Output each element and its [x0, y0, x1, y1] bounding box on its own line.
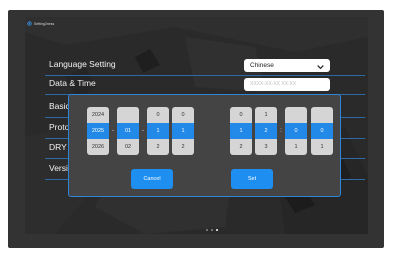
chevron-down-icon — [317, 62, 324, 75]
picker-option[interactable]: 2024 — [87, 107, 109, 123]
picker-option[interactable]: 3 — [255, 139, 277, 155]
language-select[interactable]: Chinese — [244, 59, 330, 72]
page-indicator — [206, 229, 218, 231]
basic-label: Basic — [49, 101, 70, 111]
top-bar: Setting2ness — [27, 21, 54, 26]
picker-option-selected[interactable]: 1 — [147, 123, 169, 139]
picker-option[interactable]: 1 — [255, 107, 277, 123]
date-time-label: Data & Time — [49, 78, 96, 88]
picker-option[interactable]: 0 — [230, 107, 252, 123]
year-picker-column[interactable]: 2024 2025 2026 — [87, 107, 109, 155]
date-separator: - — [112, 128, 114, 134]
picker-option[interactable]: 2 — [230, 139, 252, 155]
language-setting-label: Language Setting — [49, 59, 116, 69]
picker-option-selected[interactable]: 2 — [255, 123, 277, 139]
protocol-label: Proto — [49, 122, 70, 132]
month-picker-column[interactable]: 01 02 — [117, 107, 139, 155]
page-dot[interactable] — [206, 229, 208, 231]
picker-option-selected[interactable]: 0 — [285, 123, 307, 139]
time-separator: : — [280, 128, 282, 134]
version-label: Versi — [49, 163, 68, 173]
picker-option[interactable] — [311, 107, 333, 123]
minute-tens-picker-column[interactable]: 0 1 — [285, 107, 307, 155]
screen: Setting2ness Language Setting Chinese Da… — [25, 17, 368, 234]
picker-option[interactable] — [117, 107, 139, 123]
date-time-field[interactable]: XXXX-XX-XX XX:XX — [244, 78, 330, 91]
hour-tens-picker-column[interactable]: 0 1 2 — [230, 107, 252, 155]
day-tens-picker-column[interactable]: 0 1 2 — [147, 107, 169, 155]
picker-option-selected[interactable]: 2025 — [87, 123, 109, 139]
picker-option[interactable]: 2 — [147, 139, 169, 155]
page-dot[interactable] — [211, 229, 213, 231]
day-ones-picker-column[interactable]: 0 1 2 — [172, 107, 194, 155]
picker-option[interactable]: 1 — [311, 139, 333, 155]
picker-option[interactable]: 2026 — [87, 139, 109, 155]
picker-option[interactable]: 2 — [172, 139, 194, 155]
minute-ones-picker-column[interactable]: 0 1 — [311, 107, 333, 155]
picker-option[interactable]: 1 — [285, 139, 307, 155]
set-button[interactable]: Set — [231, 169, 273, 189]
picker-option[interactable]: 0 — [147, 107, 169, 123]
date-separator: - — [142, 128, 144, 134]
datetime-picker-dialog: 2024 2025 2026 - 01 02 - 0 1 2 0 1 2 0 1… — [68, 94, 341, 197]
row-divider — [45, 75, 365, 76]
language-select-value: Chinese — [250, 62, 274, 69]
picker-option-selected[interactable]: 1 — [230, 123, 252, 139]
picker-option[interactable]: 02 — [117, 139, 139, 155]
page-dot-active[interactable] — [216, 229, 218, 231]
hour-ones-picker-column[interactable]: 1 2 3 — [255, 107, 277, 155]
picker-option-selected[interactable]: 01 — [117, 123, 139, 139]
picker-option-selected[interactable]: 1 — [172, 123, 194, 139]
picker-option-selected[interactable]: 0 — [311, 123, 333, 139]
picker-option[interactable] — [285, 107, 307, 123]
picker-option[interactable]: 0 — [172, 107, 194, 123]
device-frame: Setting2ness Language Setting Chinese Da… — [8, 10, 384, 248]
settings-gear-icon[interactable] — [27, 21, 32, 26]
page-title: Setting2ness — [34, 21, 55, 26]
cancel-button[interactable]: Cancel — [131, 169, 173, 189]
